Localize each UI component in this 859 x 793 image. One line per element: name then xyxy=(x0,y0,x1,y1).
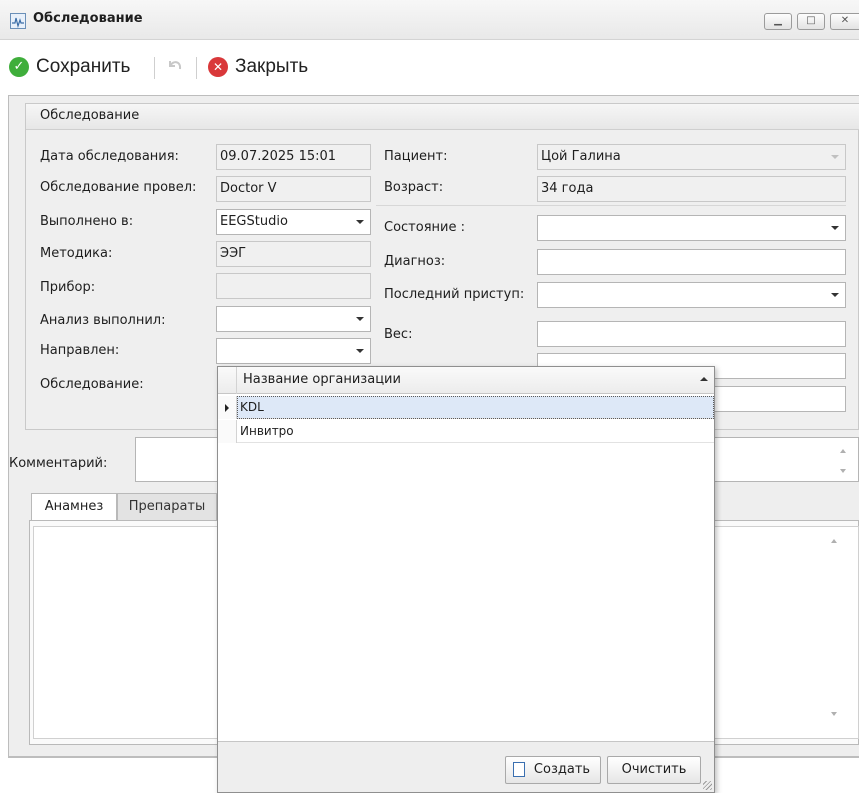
scroll-up-icon[interactable] xyxy=(840,449,846,453)
maximize-button[interactable]: □ xyxy=(797,13,825,30)
tab-anamnez[interactable]: Анамнез xyxy=(31,493,117,521)
weight-label: Вес: xyxy=(384,327,413,342)
performed-by-field[interactable]: Doctor V xyxy=(216,176,371,202)
chevron-down-icon[interactable] xyxy=(831,226,839,230)
diagnosis-label: Диагноз: xyxy=(384,254,446,269)
scroll-up-icon[interactable] xyxy=(831,539,837,543)
referred-select[interactable] xyxy=(216,338,371,364)
row-focus xyxy=(237,396,714,419)
group-title: Обследование xyxy=(40,108,140,123)
create-button[interactable]: Создать xyxy=(505,756,601,784)
patient-label: Пациент: xyxy=(384,149,448,164)
comment-label: Комментарий: xyxy=(9,456,108,471)
divider xyxy=(376,205,846,206)
row-indicator xyxy=(218,420,237,443)
chevron-down-icon[interactable] xyxy=(356,317,364,321)
date-field[interactable]: 09.07.2025 15:01 xyxy=(216,144,371,170)
window-title: Обследование xyxy=(33,11,143,26)
analysis-select[interactable] xyxy=(216,306,371,332)
close-window-button[interactable]: ✕ xyxy=(830,13,859,30)
row-pointer-icon xyxy=(225,404,229,412)
popup-header-indicator xyxy=(218,367,237,394)
group-header xyxy=(26,104,859,130)
maximize-icon: □ xyxy=(806,15,816,26)
list-item-label: Инвитро xyxy=(240,424,294,438)
scroll-down-icon[interactable] xyxy=(840,469,846,473)
age-field[interactable]: 34 года xyxy=(537,176,846,202)
chart-window-icon xyxy=(10,13,26,29)
list-item-label: KDL xyxy=(240,400,264,414)
weight-field[interactable] xyxy=(537,321,846,347)
minimize-icon: ▁ xyxy=(774,15,782,26)
resize-grip-icon[interactable] xyxy=(703,781,712,790)
close-icon: ✕ xyxy=(840,15,850,26)
toolbar-separator xyxy=(154,57,155,79)
close-circle-icon: ✕ xyxy=(208,57,228,77)
method-field[interactable]: ЭЭГ xyxy=(216,241,371,267)
check-icon: ✓ xyxy=(9,57,29,77)
device-field[interactable] xyxy=(216,273,371,299)
minimize-button[interactable]: ▁ xyxy=(764,13,792,30)
column-title: Название организации xyxy=(243,372,401,387)
age-label: Возраст: xyxy=(384,180,444,195)
patient-select[interactable]: Цой Галина xyxy=(537,144,846,170)
sort-ascending-icon[interactable] xyxy=(700,377,708,381)
chevron-down-icon[interactable] xyxy=(831,293,839,297)
done-in-select[interactable]: EEGStudio xyxy=(216,209,371,235)
method-label: Методика: xyxy=(40,246,113,261)
done-in-label: Выполнено в: xyxy=(40,214,134,229)
save-button[interactable]: Сохранить xyxy=(36,56,130,78)
create-label: Создать xyxy=(533,762,591,777)
diagnosis-field[interactable] xyxy=(537,249,846,275)
new-document-icon xyxy=(513,762,525,777)
toolbar-separator xyxy=(196,57,197,79)
last-attack-select[interactable] xyxy=(537,282,846,308)
tab-drugs[interactable]: Препараты xyxy=(117,493,217,521)
referred-label: Направлен: xyxy=(40,343,120,358)
condition-label: Состояние : xyxy=(384,220,465,235)
scroll-down-icon[interactable] xyxy=(831,712,837,716)
device-label: Прибор: xyxy=(40,280,96,295)
clear-button[interactable]: Очистить xyxy=(607,756,701,784)
chevron-down-icon[interactable] xyxy=(831,155,839,159)
last-attack-label: Последний приступ: xyxy=(384,287,525,302)
condition-select[interactable] xyxy=(537,215,846,241)
date-label: Дата обследования: xyxy=(40,149,179,164)
close-button[interactable]: Закрыть xyxy=(235,56,308,78)
exam-label: Обследование: xyxy=(40,377,144,392)
analysis-label: Анализ выполнил: xyxy=(40,313,166,328)
performed-by-label: Обследование провел: xyxy=(40,180,197,195)
chevron-down-icon[interactable] xyxy=(356,349,364,353)
chevron-down-icon[interactable] xyxy=(356,220,364,224)
undo-icon[interactable] xyxy=(164,55,186,77)
patient-value: Цой Галина xyxy=(541,149,621,164)
done-in-value: EEGStudio xyxy=(220,214,288,229)
